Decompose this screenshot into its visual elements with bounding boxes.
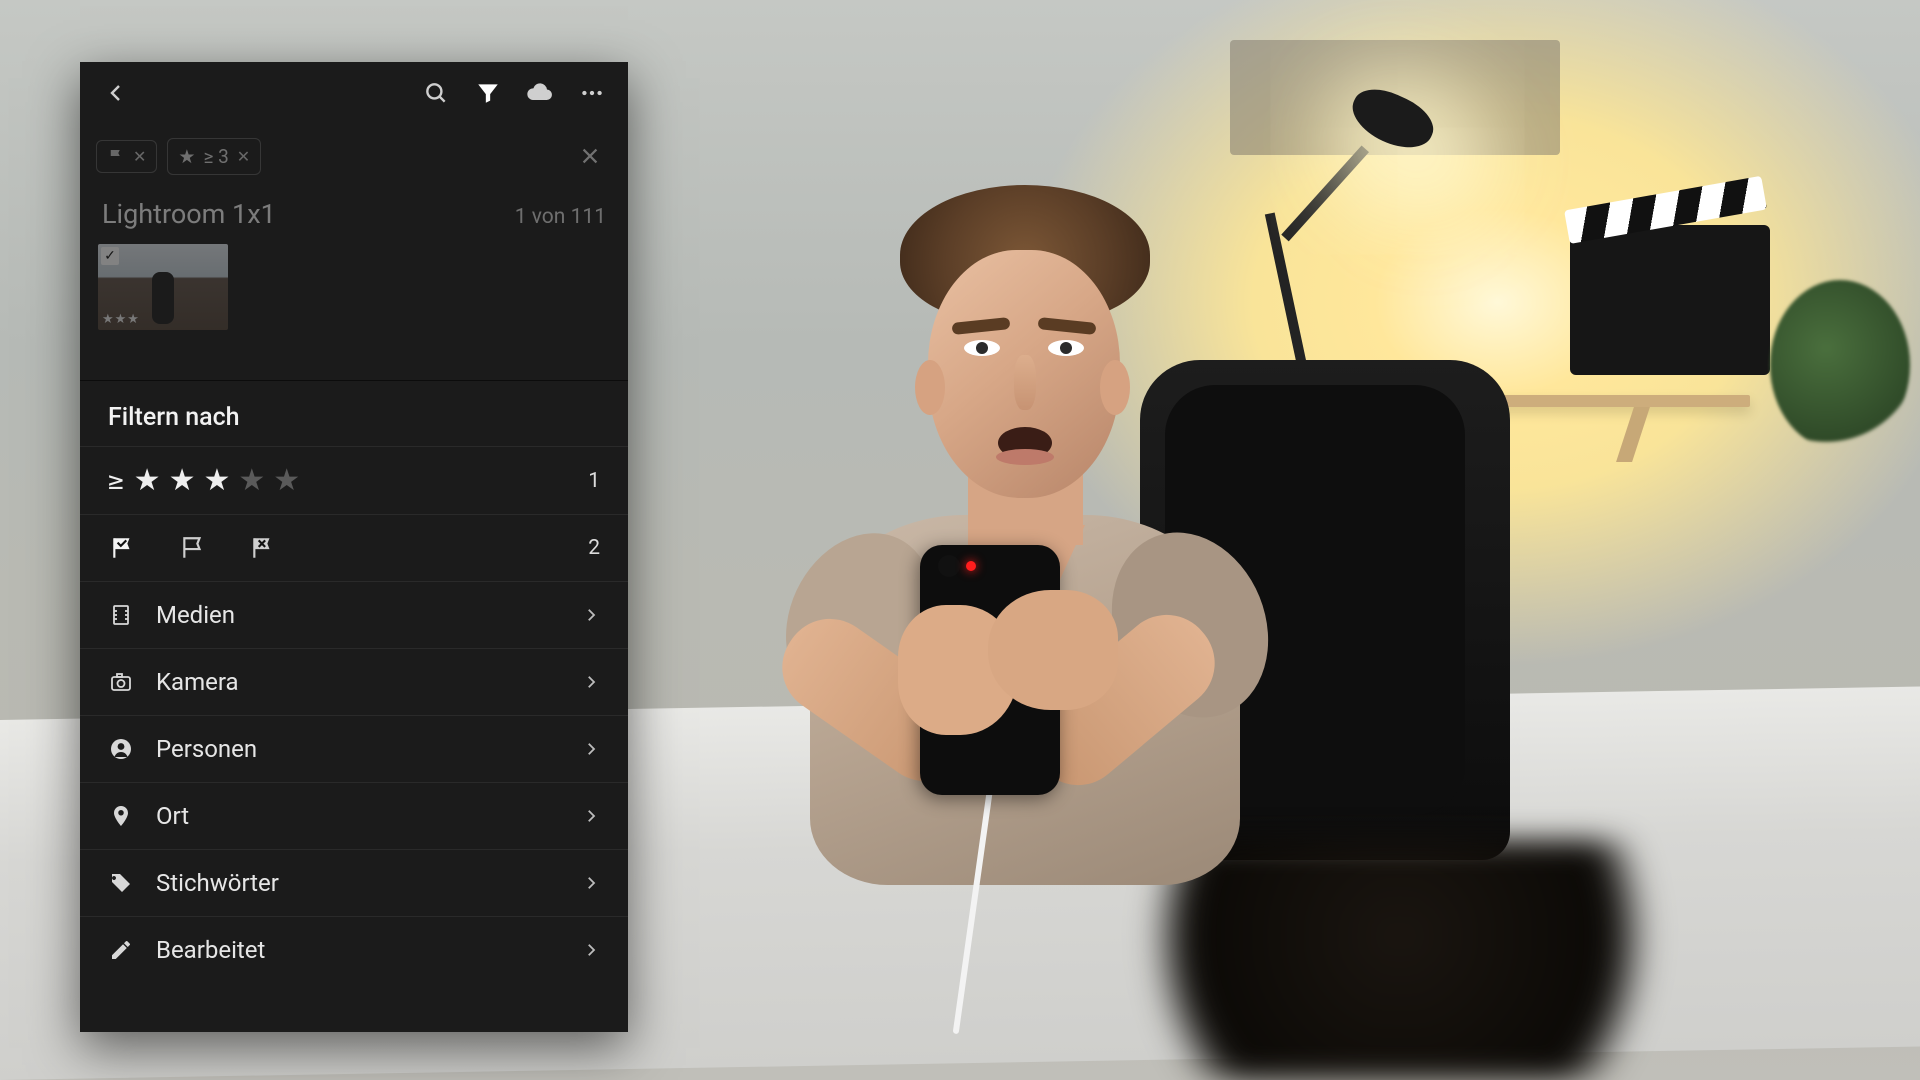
pick-flag-badge: ✓ [101,247,119,265]
star-icon[interactable]: ★ [169,463,196,498]
album-header: Lightroom 1x1 1 von 111 [80,188,628,236]
camera-icon [108,669,134,695]
toolbar [80,62,628,124]
close-chips-button[interactable] [568,134,612,178]
option-label: Stichwörter [156,869,279,897]
star-icon[interactable]: ★ [273,463,300,498]
option-label: Medien [156,601,235,629]
star-icon: ★ [178,145,195,168]
option-label: Ort [156,802,189,830]
chevron-right-icon [582,606,600,624]
album-title: Lightroom 1x1 [102,198,276,230]
filter-option-people[interactable]: Personen [80,715,628,782]
flag-unflagged-button[interactable] [178,533,208,563]
filter-row-flags[interactable]: 2 [80,514,628,581]
location-icon [108,803,134,829]
chevron-right-icon [582,673,600,691]
flag-outline-icon [180,535,206,561]
cloud-button[interactable] [518,71,562,115]
star-icon[interactable]: ★ [203,463,230,498]
chip-star-label: ≥ 3 [203,145,228,168]
pencil-icon [108,937,134,963]
filter-option-keywords[interactable]: Stichwörter [80,849,628,916]
flag-rejected-icon [250,535,276,561]
thumbnail-grid: ✓ ★★★ [80,236,628,380]
filter-sheet-title: Filtern nach [80,380,628,446]
chevron-right-icon [582,941,600,959]
geq-icon: ≥ [108,466,124,496]
people-icon [108,736,134,762]
funnel-icon [475,80,501,106]
search-button[interactable] [414,71,458,115]
tag-icon [108,870,134,896]
album-count: 1 von 111 [515,205,606,229]
filter-button[interactable] [466,71,510,115]
filter-option-location[interactable]: Ort [80,782,628,849]
person [720,165,1330,865]
flag-filter-count: 2 [588,536,600,560]
active-filter-chips: ✕ ★ ≥ 3 ✕ [80,124,628,188]
option-label: Personen [156,735,257,763]
chip-remove-icon[interactable]: ✕ [133,147,146,166]
close-icon [579,145,601,167]
chevron-left-icon [104,81,128,105]
lightroom-filter-panel: ✕ ★ ≥ 3 ✕ Lightroom 1x1 1 von 111 ✓ ★★★ … [80,62,628,1032]
star-icon[interactable]: ★ [134,463,161,498]
star-icon[interactable]: ★ [238,463,265,498]
flag-picked-icon [110,535,136,561]
more-button[interactable] [570,71,614,115]
flag-rejected-button[interactable] [248,533,278,563]
rating-filter-count: 1 [588,469,600,493]
search-icon [423,80,449,106]
cloud-icon [526,79,554,107]
filter-option-edited[interactable]: Bearbeitet [80,916,628,983]
option-label: Kamera [156,668,239,696]
chip-remove-icon[interactable]: ✕ [237,147,250,166]
option-label: Bearbeitet [156,936,265,964]
chevron-right-icon [582,740,600,758]
media-icon [108,602,134,628]
filter-chip-stars[interactable]: ★ ≥ 3 ✕ [167,138,261,175]
filter-chip-flag[interactable]: ✕ [96,140,157,173]
filter-option-media[interactable]: Medien [80,581,628,648]
flag-picked-button[interactable] [108,533,138,563]
chevron-right-icon [582,807,600,825]
filter-option-camera[interactable]: Kamera [80,648,628,715]
photo-thumbnail[interactable]: ✓ ★★★ [98,244,228,330]
flag-icon [107,147,125,165]
chevron-right-icon [582,874,600,892]
thumb-rating: ★★★ [102,312,140,327]
back-button[interactable] [94,71,138,115]
filter-row-rating[interactable]: ≥ ★ ★ ★ ★ ★ 1 [80,446,628,514]
more-horizontal-icon [579,80,605,106]
